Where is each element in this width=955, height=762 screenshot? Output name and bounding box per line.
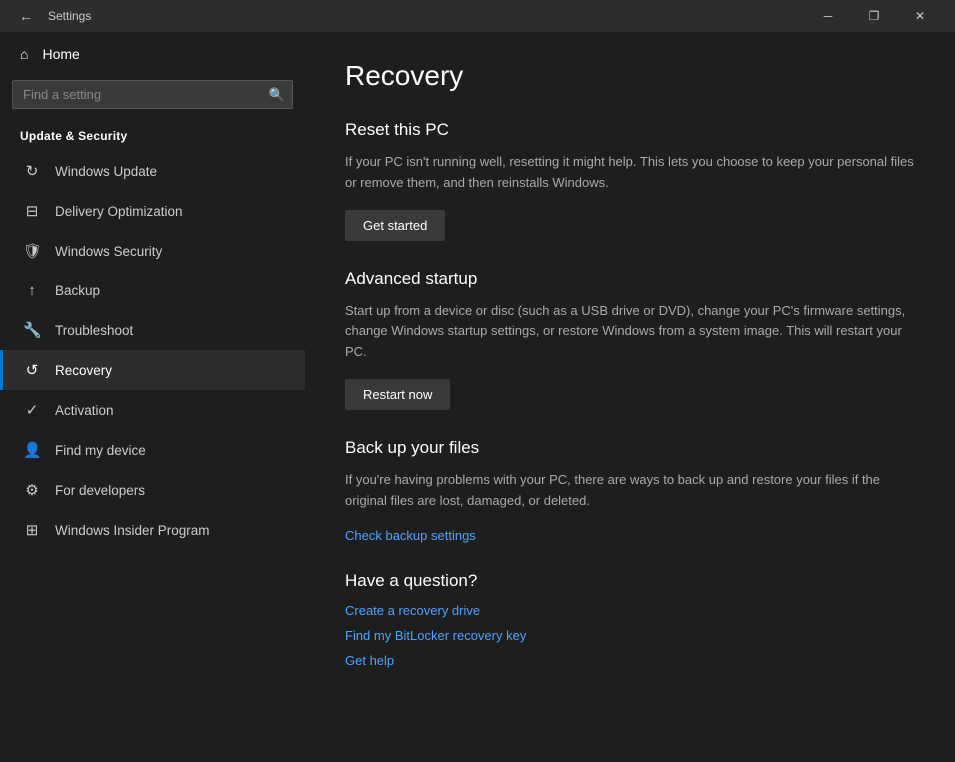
restart-now-button[interactable]: Restart now (345, 379, 450, 410)
sidebar-item-label: Windows Security (55, 244, 162, 259)
recovery-icon: ↺ (23, 361, 41, 379)
sidebar-item-find-device[interactable]: 👤 Find my device (0, 430, 305, 470)
search-icon: 🔍 (269, 87, 285, 103)
titlebar: ← Settings ─ ❐ ✕ (0, 0, 955, 32)
sidebar-item-activation[interactable]: ✓ Activation (0, 390, 305, 430)
get-started-button[interactable]: Get started (345, 210, 445, 241)
sidebar-item-label: Troubleshoot (55, 323, 133, 338)
sidebar-item-windows-security[interactable]: 🛡 Windows Security (0, 231, 305, 271)
for-developers-icon: ⚙ (23, 481, 41, 499)
windows-security-icon: 🛡 (23, 242, 41, 260)
back-button[interactable]: ← (12, 2, 40, 30)
sidebar-item-troubleshoot[interactable]: 🔧 Troubleshoot (0, 310, 305, 350)
home-icon: ⌂ (20, 46, 28, 62)
content-area: Recovery Reset this PC If your PC isn't … (305, 32, 955, 762)
delivery-optimization-icon: ⊟ (23, 202, 41, 220)
home-label: Home (42, 46, 79, 62)
sidebar-item-windows-insider[interactable]: ⊞ Windows Insider Program (0, 510, 305, 550)
sidebar-item-label: Windows Update (55, 164, 157, 179)
sidebar-item-backup[interactable]: ↑ Backup (0, 271, 305, 310)
minimize-button[interactable]: ─ (805, 0, 851, 32)
search-input[interactable] (12, 80, 293, 109)
check-backup-settings-link[interactable]: Check backup settings (345, 528, 915, 543)
windows-insider-icon: ⊞ (23, 521, 41, 539)
find-device-icon: 👤 (23, 441, 41, 459)
reset-pc-title: Reset this PC (345, 120, 915, 140)
sidebar-item-label: Activation (55, 403, 114, 418)
sidebar-item-label: Delivery Optimization (55, 204, 183, 219)
have-a-question-section: Have a question? Create a recovery drive… (345, 571, 915, 668)
main-container: ⌂ Home 🔍 Update & Security ↻ Windows Upd… (0, 32, 955, 762)
get-help-link[interactable]: Get help (345, 653, 915, 668)
troubleshoot-icon: 🔧 (23, 321, 41, 339)
reset-pc-section: Reset this PC If your PC isn't running w… (345, 120, 915, 241)
windows-update-icon: ↻ (23, 162, 41, 180)
sidebar: ⌂ Home 🔍 Update & Security ↻ Windows Upd… (0, 32, 305, 762)
advanced-startup-title: Advanced startup (345, 269, 915, 289)
backup-files-description: If you're having problems with your PC, … (345, 470, 915, 512)
section-title: Update & Security (0, 121, 305, 151)
close-button[interactable]: ✕ (897, 0, 943, 32)
sidebar-item-label: Recovery (55, 363, 112, 378)
have-a-question-title: Have a question? (345, 571, 915, 591)
reset-pc-description: If your PC isn't running well, resetting… (345, 152, 915, 194)
backup-files-title: Back up your files (345, 438, 915, 458)
backup-files-section: Back up your files If you're having prob… (345, 438, 915, 543)
sidebar-item-label: Windows Insider Program (55, 523, 210, 538)
create-recovery-drive-link[interactable]: Create a recovery drive (345, 603, 915, 618)
window-controls: ─ ❐ ✕ (805, 0, 943, 32)
sidebar-item-home[interactable]: ⌂ Home (0, 32, 305, 76)
sidebar-item-for-developers[interactable]: ⚙ For developers (0, 470, 305, 510)
activation-icon: ✓ (23, 401, 41, 419)
search-container: 🔍 (12, 80, 293, 109)
app-title: Settings (48, 9, 91, 23)
advanced-startup-description: Start up from a device or disc (such as … (345, 301, 915, 363)
page-title: Recovery (345, 60, 915, 92)
sidebar-item-delivery-optimization[interactable]: ⊟ Delivery Optimization (0, 191, 305, 231)
sidebar-item-windows-update[interactable]: ↻ Windows Update (0, 151, 305, 191)
maximize-button[interactable]: ❐ (851, 0, 897, 32)
sidebar-item-label: Backup (55, 283, 100, 298)
sidebar-item-recovery[interactable]: ↺ Recovery (0, 350, 305, 390)
advanced-startup-section: Advanced startup Start up from a device … (345, 269, 915, 410)
find-bitlocker-key-link[interactable]: Find my BitLocker recovery key (345, 628, 915, 643)
backup-icon: ↑ (23, 282, 41, 299)
sidebar-item-label: For developers (55, 483, 145, 498)
sidebar-item-label: Find my device (55, 443, 146, 458)
